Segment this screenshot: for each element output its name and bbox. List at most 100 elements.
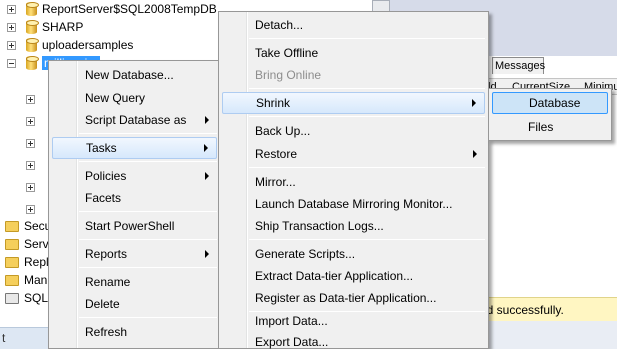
menu-item-restore[interactable]: Restore xyxy=(222,143,485,165)
menu-item-label: Refresh xyxy=(85,325,128,339)
database-icon xyxy=(26,20,39,34)
menu-item-script-database-as[interactable]: Script Database as xyxy=(52,109,217,131)
menu-item-policies[interactable]: Policies xyxy=(52,165,217,187)
expand-icon[interactable] xyxy=(7,4,16,14)
menu-item-label: Back Up... xyxy=(255,124,311,138)
menu-item-shrink-database[interactable]: Database xyxy=(492,92,608,114)
menu-item-extract-data-tier-application[interactable]: Extract Data-tier Application... xyxy=(222,265,485,287)
expand-icon[interactable] xyxy=(26,183,35,192)
menu-item-label: Shrink xyxy=(256,96,291,110)
menu-separator xyxy=(249,116,485,117)
menu-item-export-data[interactable]: Export Data... xyxy=(222,331,485,349)
submenu-arrow-icon xyxy=(204,144,208,152)
expand-icon[interactable] xyxy=(26,205,35,214)
folder-icon xyxy=(5,220,19,232)
expand-icon[interactable] xyxy=(7,40,16,50)
menu-item-rename[interactable]: Rename xyxy=(52,271,217,293)
tab-messages[interactable]: Messages xyxy=(492,57,545,74)
tree-node-label: uploadersamples xyxy=(42,38,134,52)
menu-item-label: Detach... xyxy=(255,18,304,32)
menu-item-label: Reports xyxy=(85,247,128,261)
menu-separator xyxy=(79,317,217,318)
menu-item-label: Script Database as xyxy=(85,113,187,127)
menu-item-label: Policies xyxy=(85,169,127,183)
tree-node-folder[interactable]: Man xyxy=(5,270,47,290)
menu-item-label: Restore xyxy=(255,147,298,161)
status-text: t xyxy=(2,331,6,345)
menu-item-back-up[interactable]: Back Up... xyxy=(222,120,485,142)
menu-item-detach[interactable]: Detach... xyxy=(222,14,485,36)
menu-separator xyxy=(249,38,485,39)
tree-node-label: SHARP xyxy=(42,20,84,34)
submenu-arrow-icon xyxy=(205,172,209,180)
menu-item-label: Mirror... xyxy=(255,175,296,189)
tasks-submenu: Detach... Take Offline Bring Online Shri… xyxy=(218,11,489,349)
tree-node-label: ReportServer$SQL2008TempDB xyxy=(42,2,217,16)
tree-node-sql-agent[interactable]: SQL xyxy=(5,288,48,308)
menu-item-bring-online: Bring Online xyxy=(222,64,485,86)
query-status-bar: ed successfully. xyxy=(480,297,617,321)
menu-item-new-query[interactable]: New Query xyxy=(52,87,217,109)
menu-item-label: Extract Data-tier Application... xyxy=(255,269,414,283)
tree-node-label: Man xyxy=(24,273,48,287)
menu-item-ship-transaction-logs[interactable]: Ship Transaction Logs... xyxy=(222,215,485,237)
menu-item-tasks[interactable]: Tasks xyxy=(52,137,217,159)
menu-item-facets[interactable]: Facets xyxy=(52,187,217,209)
menu-item-label: Facets xyxy=(85,191,122,205)
menu-item-delete[interactable]: Delete xyxy=(52,293,217,315)
submenu-arrow-icon xyxy=(472,99,476,107)
expand-icon[interactable] xyxy=(7,22,16,32)
menu-item-start-powershell[interactable]: Start PowerShell xyxy=(52,215,217,237)
menu-separator xyxy=(79,161,217,162)
menu-separator xyxy=(79,133,217,134)
menu-item-reports[interactable]: Reports xyxy=(52,243,217,265)
tree-node-label: SQL xyxy=(24,291,49,305)
menu-item-new-database[interactable]: New Database... xyxy=(52,64,217,86)
menu-separator xyxy=(249,239,485,240)
database-icon xyxy=(26,56,39,70)
expand-icon[interactable] xyxy=(26,117,35,126)
menu-item-label: Export Data... xyxy=(255,335,329,349)
folder-icon xyxy=(5,274,19,286)
menu-item-label: Ship Transaction Logs... xyxy=(255,219,384,233)
folder-icon xyxy=(5,238,19,250)
submenu-arrow-icon xyxy=(205,250,209,258)
tree-node-folder[interactable]: Serv xyxy=(5,234,49,254)
tree-node-database[interactable]: SHARP xyxy=(0,17,83,37)
menu-item-refresh[interactable]: Refresh xyxy=(52,321,217,343)
menu-item-import-data[interactable]: Import Data... xyxy=(222,310,485,332)
expand-icon[interactable] xyxy=(26,95,35,104)
tree-node-label: Serv xyxy=(24,237,49,251)
collapse-icon[interactable] xyxy=(7,58,16,68)
menu-item-shrink[interactable]: Shrink xyxy=(222,92,485,114)
tree-node-database[interactable]: uploadersamples xyxy=(0,35,133,55)
menu-item-label: Bring Online xyxy=(255,68,322,82)
menu-item-launch-mirroring-monitor[interactable]: Launch Database Mirroring Monitor... xyxy=(222,193,485,215)
expand-icon[interactable] xyxy=(26,139,35,148)
menu-separator xyxy=(249,167,485,168)
menu-item-shrink-files[interactable]: Files xyxy=(492,116,608,138)
menu-item-mirror[interactable]: Mirror... xyxy=(222,171,485,193)
expand-icon[interactable] xyxy=(26,161,35,170)
menu-item-label: Launch Database Mirroring Monitor... xyxy=(255,197,453,211)
menu-item-label: Import Data... xyxy=(255,314,328,328)
menu-item-take-offline[interactable]: Take Offline xyxy=(222,42,485,64)
database-icon xyxy=(26,38,39,52)
tree-node-folder[interactable]: Secu xyxy=(5,216,51,236)
database-context-menu: New Database... New Query Script Databas… xyxy=(48,60,221,349)
menu-item-label: Files xyxy=(528,120,554,134)
menu-item-register-data-tier-application[interactable]: Register as Data-tier Application... xyxy=(222,287,485,309)
menu-item-label: Register as Data-tier Application... xyxy=(255,291,437,305)
submenu-arrow-icon xyxy=(205,116,209,124)
submenu-arrow-icon xyxy=(473,150,477,158)
menu-separator xyxy=(79,211,217,212)
menu-item-label: Database xyxy=(529,96,581,110)
menu-item-label: Tasks xyxy=(86,141,117,155)
tree-node-folder[interactable]: Repl xyxy=(5,252,49,272)
menu-item-label: Take Offline xyxy=(255,46,319,60)
menu-item-label: Rename xyxy=(85,275,131,289)
menu-separator xyxy=(79,267,217,268)
menu-item-generate-scripts[interactable]: Generate Scripts... xyxy=(222,243,485,265)
menu-separator xyxy=(249,88,485,89)
sql-agent-icon xyxy=(5,292,19,304)
